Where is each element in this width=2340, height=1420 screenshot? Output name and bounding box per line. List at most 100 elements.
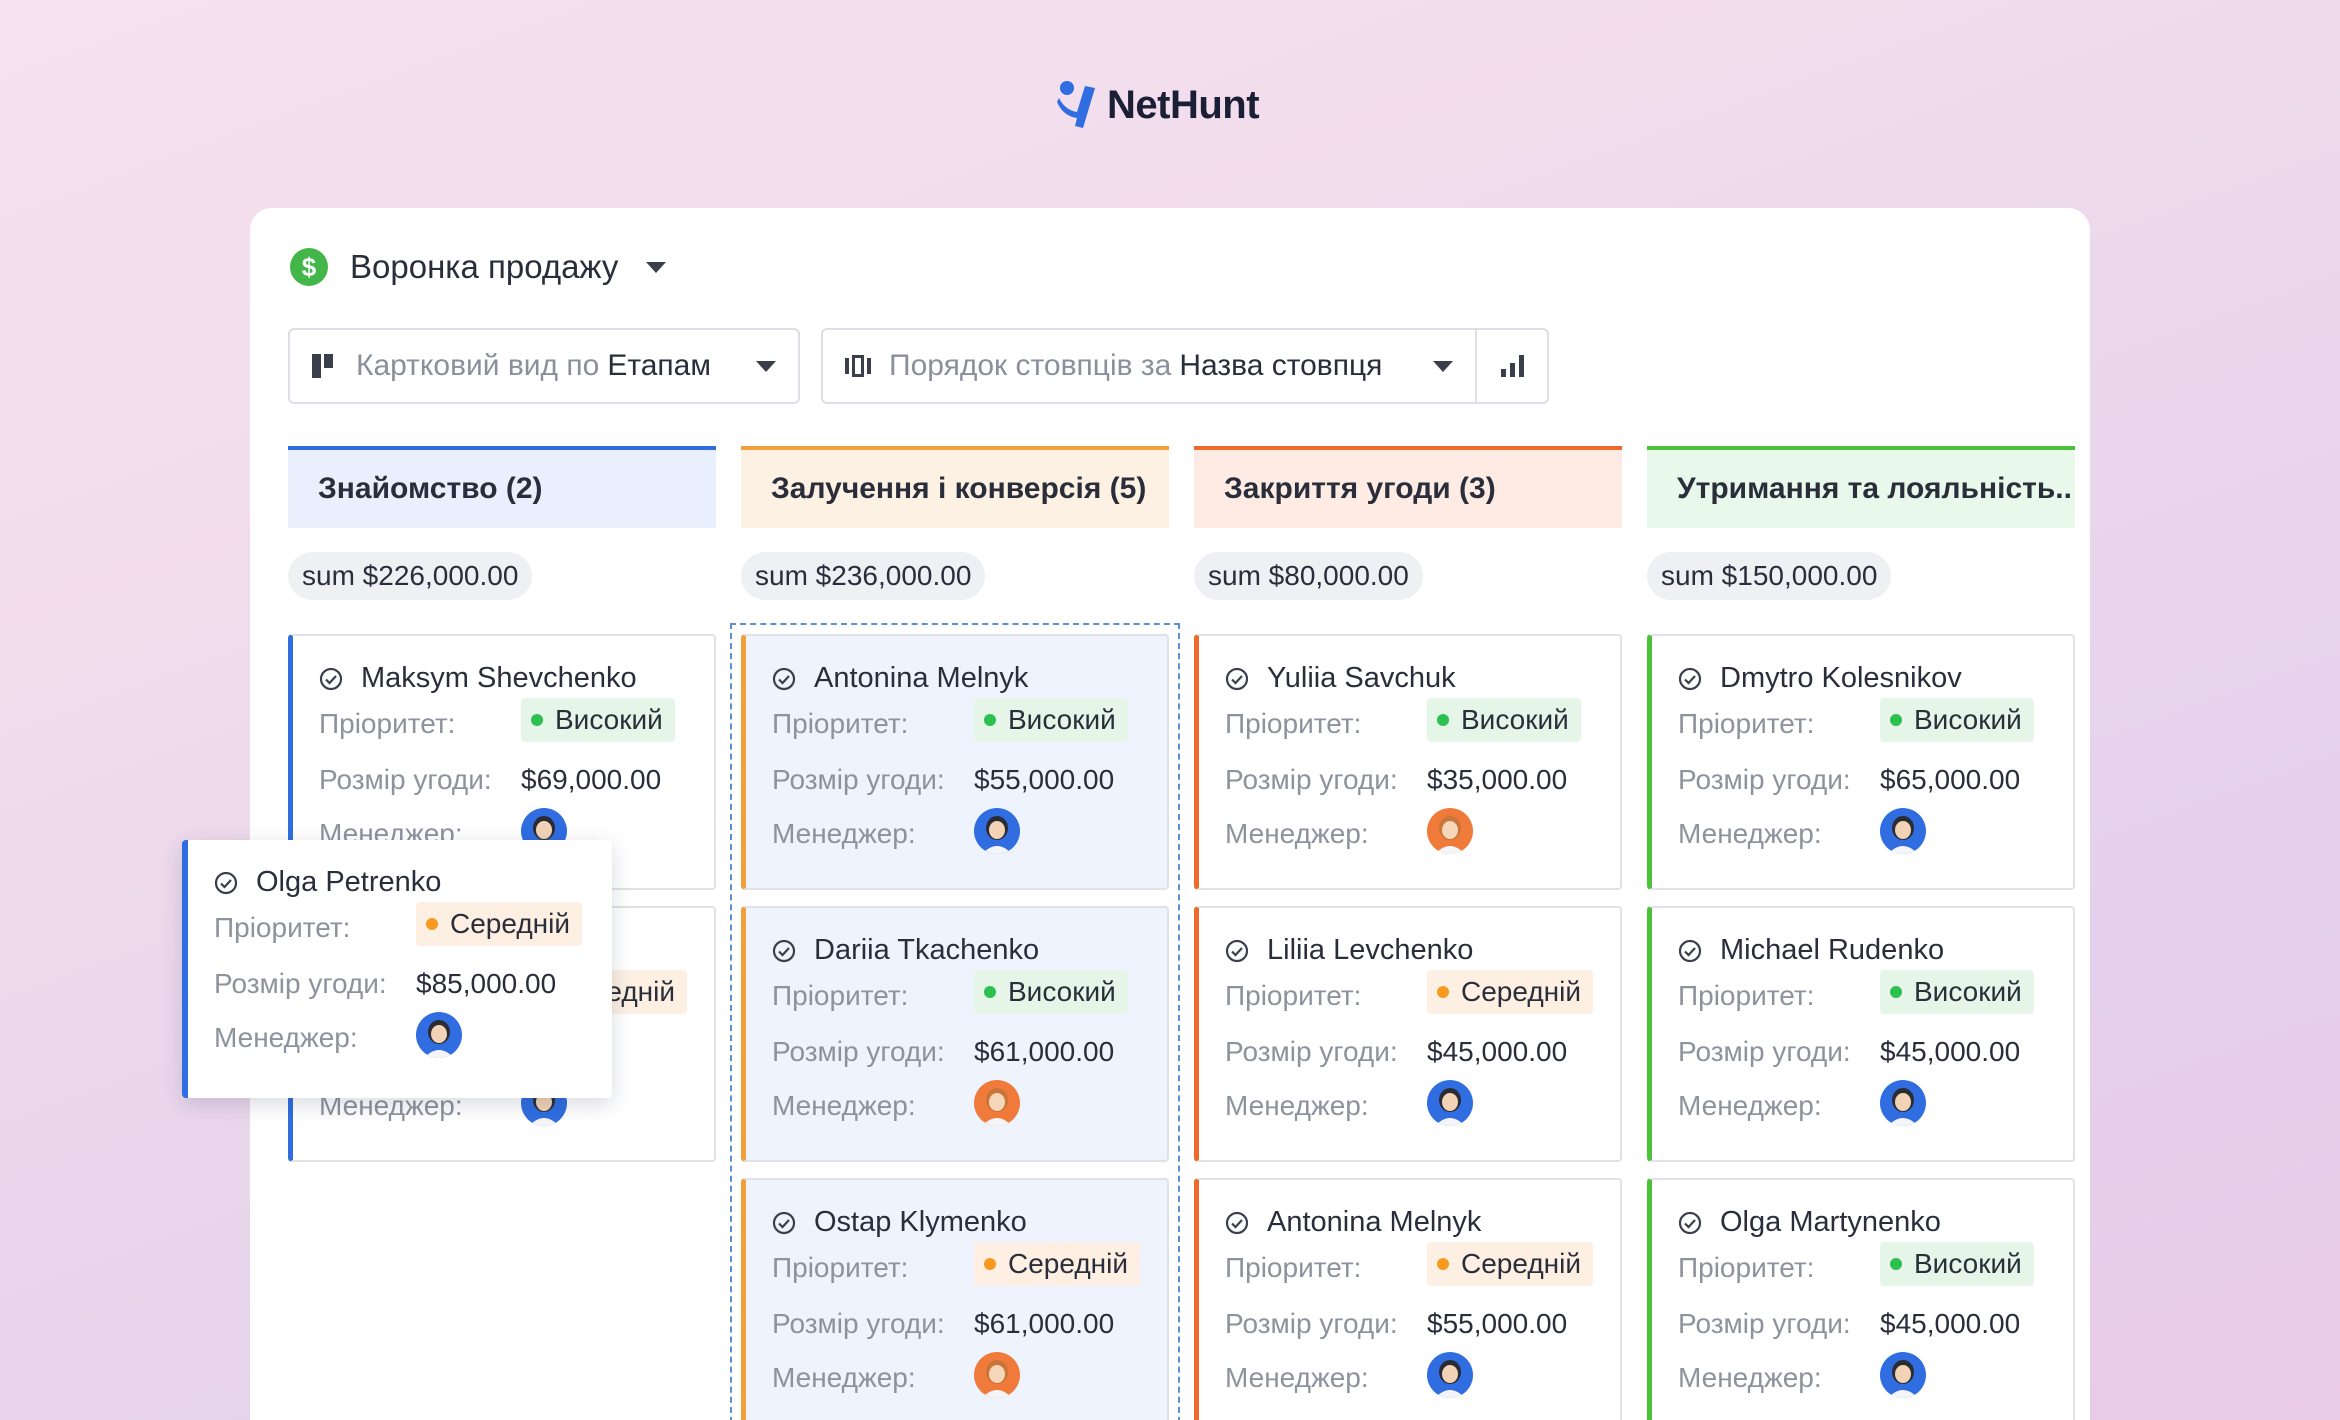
priority-badge[interactable]: Високий [1880, 698, 2034, 742]
priority-label: Пріоритет: [214, 912, 351, 943]
column-order-select[interactable]: Порядок стовпців за Назва стовпця [823, 330, 1475, 402]
pipeline-title: Воронка продажу [350, 248, 619, 285]
priority-badge[interactable]: Високий [1427, 698, 1581, 742]
deal-card[interactable]: Antonina Melnyk Пріоритет: Розмір угоди: Ме… [1194, 1178, 1622, 1420]
priority-label: Пріоритет: [319, 708, 456, 739]
column-header[interactable]: Знайомство (2) [288, 446, 716, 528]
view-mode-select[interactable]: Картковий вид по Етапам [288, 328, 800, 404]
contact-name[interactable]: Liliia Levchenko [1267, 934, 1473, 967]
contact-name[interactable]: Dmytro Kolesnikov [1720, 662, 1962, 695]
chart-view-button[interactable] [1475, 330, 1547, 402]
contact-name[interactable]: Yuliia Savchuk [1267, 662, 1456, 695]
chevron-down-icon [756, 360, 776, 372]
card-title[interactable]: Yuliia Savchuk [1225, 662, 1456, 695]
status-dot [1437, 714, 1449, 726]
card-title[interactable]: Antonina Melnyk [1225, 1206, 1481, 1239]
pipeline-column: Закриття угоди (3) sum $80,000.00 Yuliia S… [1194, 446, 1622, 1420]
deal-card[interactable]: Michael Rudenko Пріоритет: Розмір угоди: Ме… [1647, 906, 2075, 1162]
column-header[interactable]: Залучення і конверсія (5) [741, 446, 1169, 528]
pipeline-title-row[interactable]: $ Воронка продажу [290, 248, 667, 286]
kanban-icon [312, 354, 336, 378]
priority-label: Пріоритет: [1225, 1252, 1362, 1283]
manager-label: Менеджер: [1678, 1090, 1822, 1121]
manager-avatar[interactable] [1880, 808, 1926, 854]
priority-badge[interactable]: Середній [1427, 1242, 1593, 1286]
nethunt-logo: NetHunt [1057, 78, 1260, 132]
card-title[interactable]: Michael Rudenko [1678, 934, 1944, 967]
pipeline-column: Знайомство (2) sum $226,000.00 Maksym Shev… [288, 446, 716, 1162]
deal-size-value: $85,000.00 [416, 968, 557, 999]
priority-badge[interactable]: Середній [1427, 970, 1593, 1014]
dragging-card[interactable]: Olga Petrenko Пріоритет: Розмір угоди: Мене… [182, 840, 612, 1098]
view-mode-value: Етапам [607, 349, 711, 382]
deal-size-label: Розмір угоди: [319, 764, 492, 795]
deal-card[interactable]: Dmytro Kolesnikov Пріоритет: Розмір угоди:… [1647, 634, 2075, 890]
card-title[interactable]: Maksym Shevchenko [319, 662, 637, 695]
priority-badge[interactable]: Середній [416, 902, 582, 946]
card-title[interactable]: Liliia Levchenko [1225, 934, 1473, 967]
deal-card[interactable]: Olga Martynenko Пріоритет: Розмір угоди: Ме… [1647, 1178, 2075, 1420]
check-circle-icon[interactable] [1678, 667, 1702, 691]
status-dot [1890, 1258, 1902, 1270]
priority-label: Пріоритет: [1678, 980, 1815, 1011]
manager-label: Менеджер: [1678, 818, 1822, 849]
priority-value: Середній [1461, 1248, 1581, 1279]
priority-badge[interactable]: Високий [1880, 1242, 2034, 1286]
manager-avatar[interactable] [1427, 808, 1473, 854]
manager-avatar[interactable] [1427, 1080, 1473, 1126]
manager-label: Менеджер: [1225, 1090, 1369, 1121]
deal-size-label: Розмір угоди: [1225, 1036, 1398, 1067]
deal-size-value: $65,000.00 [1880, 764, 2021, 795]
priority-value: Високий [1461, 704, 1569, 735]
chevron-down-icon[interactable] [646, 261, 667, 273]
column-sum: sum $236,000.00 [741, 552, 986, 600]
deal-size-value: $45,000.00 [1427, 1036, 1568, 1067]
manager-label: Менеджер: [1678, 1362, 1822, 1393]
contact-name[interactable]: Maksym Shevchenko [361, 662, 637, 695]
priority-badge[interactable]: Високий [1880, 970, 2034, 1014]
check-circle-icon[interactable] [1225, 1211, 1249, 1235]
contact-name[interactable]: Olga Martynenko [1720, 1206, 1941, 1239]
manager-avatar[interactable] [1880, 1080, 1926, 1126]
manager-avatar[interactable] [1880, 1352, 1926, 1398]
priority-value: Високий [1914, 1248, 2022, 1279]
contact-name[interactable]: Michael Rudenko [1720, 934, 1944, 967]
check-circle-icon[interactable] [1678, 939, 1702, 963]
manager-avatar[interactable] [1427, 1352, 1473, 1398]
nethunt-wordmark: NetHunt [1107, 82, 1260, 127]
card-title[interactable]: Olga Petrenko [214, 866, 441, 899]
manager-avatar[interactable] [416, 1012, 462, 1058]
contact-name[interactable]: Olga Petrenko [256, 866, 441, 899]
card-title[interactable]: Olga Martynenko [1678, 1206, 1941, 1239]
priority-badge[interactable]: Високий [521, 698, 675, 742]
column-order-label: Порядок стовпців за [889, 349, 1172, 382]
column-header[interactable]: Закриття угоди (3) [1194, 446, 1622, 528]
priority-value: Середній [1461, 976, 1581, 1007]
check-circle-icon[interactable] [214, 871, 238, 895]
manager-label: Менеджер: [1225, 818, 1369, 849]
deal-size-value: $35,000.00 [1427, 764, 1568, 795]
status-dot [1437, 1258, 1449, 1270]
priority-value: Середній [450, 908, 570, 939]
check-circle-icon[interactable] [1225, 667, 1249, 691]
contact-name[interactable]: Antonina Melnyk [1267, 1206, 1481, 1239]
priority-value: Високий [1914, 976, 2022, 1007]
check-circle-icon[interactable] [319, 667, 343, 691]
column-sum-wrap: sum $80,000.00 [1194, 528, 1622, 600]
column-sum: sum $80,000.00 [1194, 552, 1423, 600]
deal-card[interactable]: Liliia Levchenko Пріоритет: Розмір угоди: М… [1194, 906, 1622, 1162]
check-circle-icon[interactable] [1225, 939, 1249, 963]
column-order-value: Назва стовпця [1179, 349, 1383, 382]
check-circle-icon[interactable] [1678, 1211, 1702, 1235]
deal-size-label: Розмір угоди: [1225, 764, 1398, 795]
column-sum: sum $150,000.00 [1647, 552, 1892, 600]
card-title[interactable]: Dmytro Kolesnikov [1678, 662, 1962, 695]
priority-value: Високий [1914, 704, 2022, 735]
column-header[interactable]: Утримання та лояльність.. [1647, 446, 2075, 528]
nethunt-logo-icon [1057, 81, 1095, 128]
deal-size-value: $45,000.00 [1880, 1308, 2021, 1339]
manager-label: Менеджер: [1225, 1362, 1369, 1393]
deal-card[interactable]: Yuliia Savchuk Пріоритет: Розмір угоди: Мен… [1194, 634, 1622, 890]
deal-size-label: Розмір угоди: [1678, 764, 1851, 795]
deal-size-label: Розмір угоди: [1678, 1036, 1851, 1067]
